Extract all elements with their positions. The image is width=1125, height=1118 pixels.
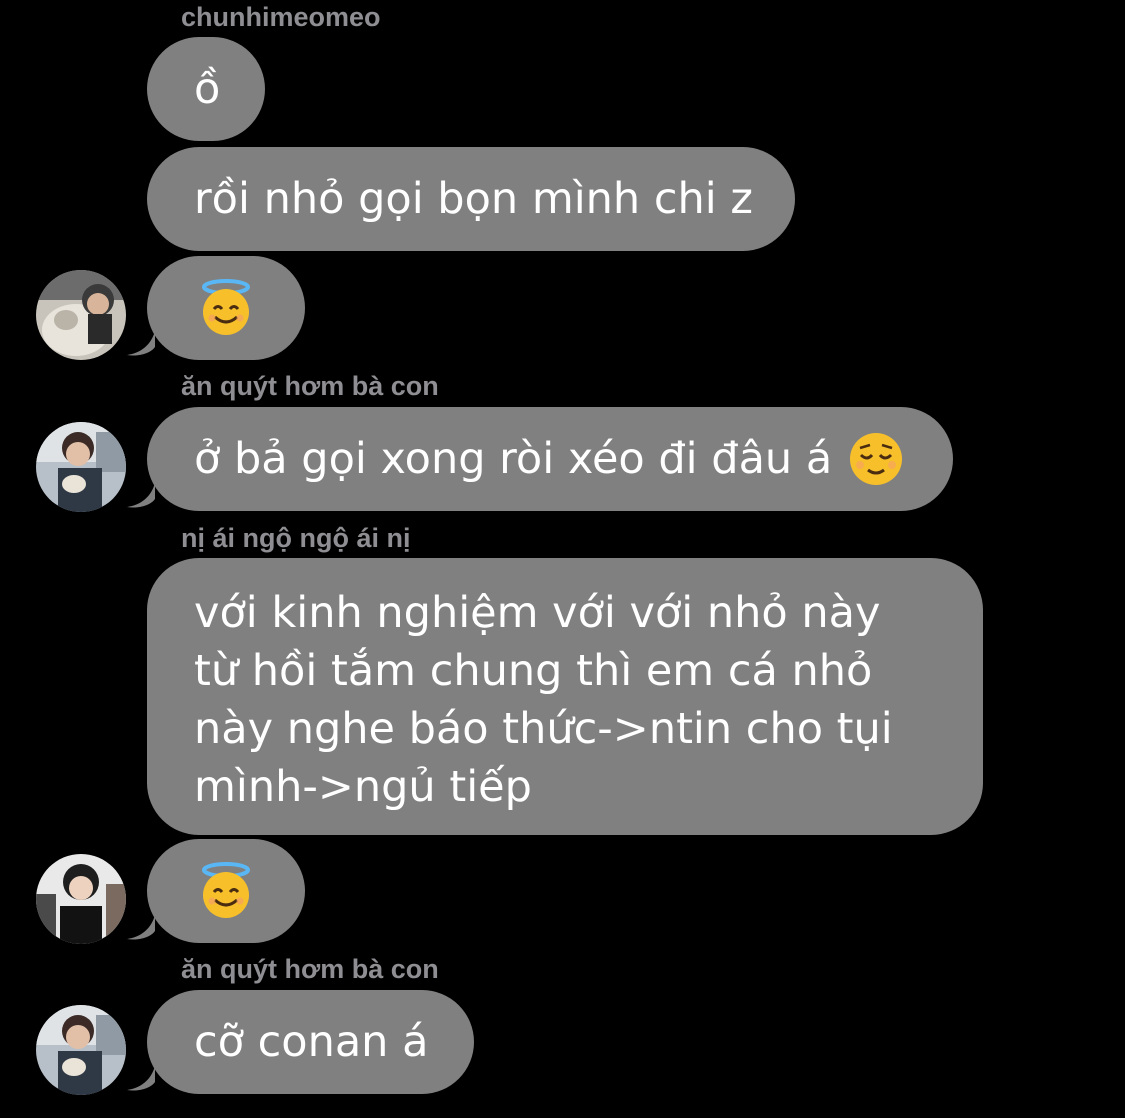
bubble-tail — [127, 331, 155, 356]
sender-name: chunhimeomeo — [181, 2, 381, 32]
avatar[interactable] — [36, 422, 126, 512]
message-bubble[interactable]: rồi nhỏ gọi bọn mình chi z — [147, 147, 795, 251]
bubble-tail — [127, 1066, 155, 1091]
message-bubble[interactable]: ở bả gọi xong ròi xéo đi đâu á — [147, 407, 953, 511]
message-bubble[interactable]: cỡ conan á — [147, 990, 474, 1094]
message-bubble[interactable] — [147, 839, 305, 943]
message-bubble[interactable]: với kinh nghiệm với với nhỏ này từ hồi t… — [147, 558, 983, 835]
sender-name: ăn quýt hơm bà con — [181, 954, 439, 984]
avatar[interactable] — [36, 854, 126, 944]
bubble-tail — [127, 483, 155, 508]
message-bubble[interactable] — [147, 256, 305, 360]
avatar[interactable] — [36, 270, 126, 360]
sender-name: nị ái ngộ ngộ ái nị — [181, 523, 411, 553]
bubble-tail — [127, 915, 155, 940]
avatar-photo — [36, 422, 126, 512]
message-bubble[interactable]: ồ — [147, 37, 265, 141]
avatar-photo — [36, 854, 126, 944]
avatar-photo — [36, 1005, 126, 1095]
message-text: ồ — [194, 64, 221, 114]
relieved-face-icon — [848, 431, 904, 487]
avatar-photo — [36, 270, 126, 360]
smiling-face-with-halo-icon — [197, 279, 255, 337]
message-text: với kinh nghiệm với với nhỏ này từ hồi t… — [194, 588, 893, 812]
smiling-face-with-halo-icon — [197, 862, 255, 920]
message-text: ở bả gọi xong ròi xéo đi đâu á — [194, 434, 833, 484]
sender-name: ăn quýt hơm bà con — [181, 371, 439, 401]
message-text: cỡ conan á — [194, 1017, 429, 1067]
message-text: rồi nhỏ gọi bọn mình chi z — [194, 174, 753, 224]
avatar[interactable] — [36, 1005, 126, 1095]
